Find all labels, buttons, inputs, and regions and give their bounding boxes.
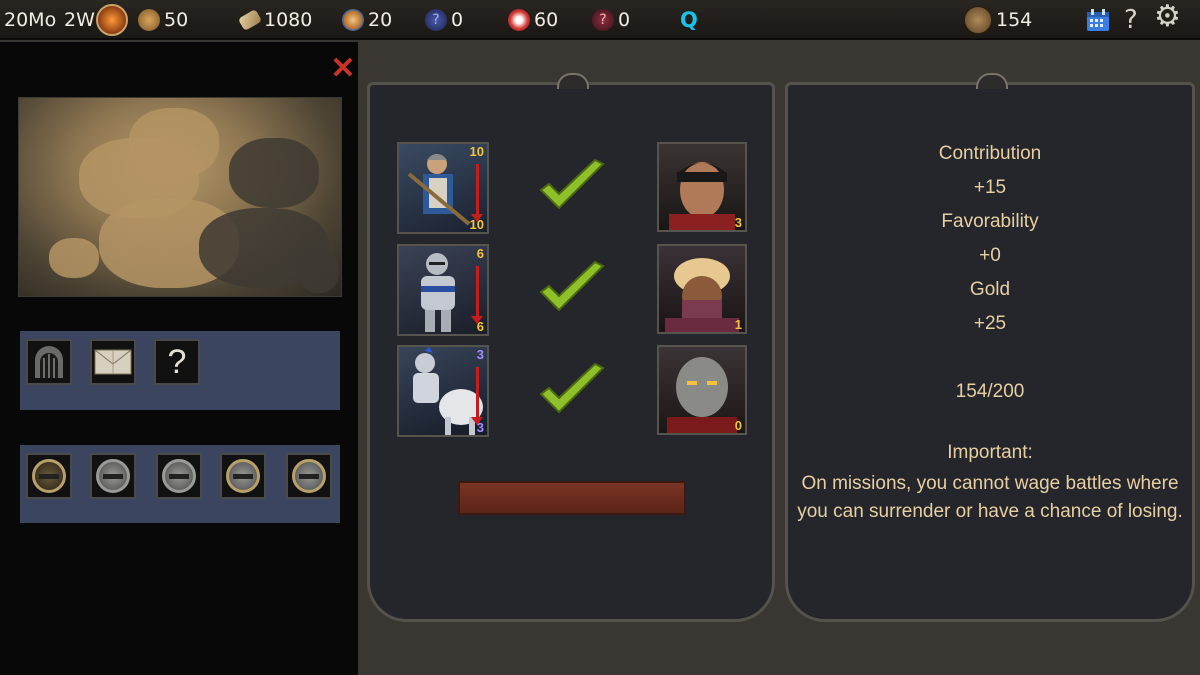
population-counter[interactable]: 20 — [342, 8, 392, 32]
coin-value: 154 — [996, 9, 1033, 31]
laurel-medal-icon — [292, 459, 326, 493]
army-value: 60 — [534, 9, 559, 31]
silver-medal-icon — [162, 459, 196, 493]
hero-portrait-3[interactable]: 0 — [657, 345, 747, 435]
army-counter[interactable]: 60 — [508, 8, 558, 32]
checkmark-icon — [539, 260, 605, 312]
hero-portrait-2[interactable]: 1 — [657, 244, 747, 334]
quest-icon: Q — [680, 8, 698, 32]
checkmark-icon — [539, 362, 605, 414]
unit-count-bottom: 6 — [476, 319, 484, 334]
unknown-counter-a[interactable]: ? 0 — [425, 8, 463, 32]
peasant-icon — [342, 9, 364, 31]
action-slot-row: ? — [20, 331, 340, 410]
unit-slot-2[interactable]: 6 6 — [397, 244, 489, 336]
hero-level: 0 — [734, 418, 742, 433]
unit-count-top: 6 — [476, 246, 484, 261]
unit-count-bottom: 3 — [476, 420, 484, 435]
scroll-icon — [237, 8, 263, 32]
turbaned-man-portrait-icon — [665, 258, 739, 332]
food-value: 50 — [164, 9, 189, 31]
unit-count-top: 10 — [469, 144, 484, 159]
lumber-value: 1080 — [264, 9, 313, 31]
silver-medal-icon — [96, 459, 130, 493]
gate-icon — [35, 346, 63, 378]
help-button[interactable]: ? — [1124, 5, 1138, 35]
gold-label: Gold — [969, 279, 1011, 300]
date-month: 20Mo — [4, 9, 57, 31]
bronze-medal-icon — [32, 459, 66, 493]
important-notice-text: On missions, you cannot wage battles whe… — [797, 473, 1183, 522]
decrease-arrow-icon — [471, 164, 483, 222]
contribution-label: Contribution — [938, 143, 1042, 164]
date-week: 2W — [64, 9, 95, 31]
unit-count-top: 3 — [476, 347, 484, 362]
unknown-blue-icon: ? — [425, 9, 447, 31]
hero-level: 3 — [734, 215, 742, 230]
medal-slot-5[interactable] — [286, 453, 332, 499]
sun-season-icon — [96, 4, 128, 36]
favorability-value: +0 — [979, 245, 1001, 266]
world-map-minimap[interactable] — [18, 97, 342, 297]
hooded-man-portrait-icon — [669, 162, 735, 230]
unknown-a-value: 0 — [451, 9, 464, 31]
contribution-value: +15 — [973, 177, 1007, 198]
checkmark-icon — [539, 158, 605, 210]
panel-ornament — [557, 73, 589, 89]
unit-slot-3[interactable]: 3 3 — [397, 345, 489, 437]
decrease-arrow-icon — [471, 367, 483, 425]
important-label: Important: — [947, 442, 1033, 463]
unknown-counter-b[interactable]: ? 0 — [592, 8, 630, 32]
bald-brute-portrait-icon — [667, 357, 737, 433]
unit-slot-1[interactable]: 10 10 — [397, 142, 489, 234]
close-icon: ✕ — [330, 52, 356, 85]
envelope-icon — [94, 349, 132, 375]
food-counter[interactable]: 50 — [138, 8, 188, 32]
medal-slot-1[interactable] — [26, 453, 72, 499]
medal-slot-row — [20, 445, 340, 523]
medal-slot-2[interactable] — [90, 453, 136, 499]
unknown-slot[interactable]: ? — [154, 339, 200, 385]
unknown-red-icon: ? — [592, 9, 614, 31]
close-button[interactable]: ✕ — [328, 54, 358, 84]
medal-slot-3[interactable] — [156, 453, 202, 499]
question-mark-icon: ? — [167, 342, 187, 381]
top-resource-bar: 20Mo 2W 50 1080 20 ? 0 60 ? 0 Q 154 ? ⚙ — [0, 0, 1200, 40]
gold-value: +25 — [973, 313, 1007, 334]
hero-portrait-1[interactable]: 3 — [657, 142, 747, 232]
quest-button[interactable]: Q — [680, 8, 698, 32]
gear-icon: ⚙ — [1154, 0, 1181, 34]
settings-button[interactable]: ⚙ — [1154, 0, 1181, 34]
hero-level: 1 — [734, 317, 742, 332]
calendar-button[interactable] — [1086, 8, 1110, 32]
favorability-label: Favorability — [941, 211, 1039, 232]
letter-slot[interactable] — [90, 339, 136, 385]
coin-counter[interactable]: 154 — [964, 6, 1033, 34]
laurel-medal-icon — [226, 459, 260, 493]
population-value: 20 — [368, 9, 393, 31]
decrease-arrow-icon — [471, 266, 483, 324]
panel-ornament — [976, 73, 1008, 89]
food-sack-icon — [138, 9, 160, 31]
calendar-icon — [1087, 9, 1109, 31]
soldier-red-icon — [508, 9, 530, 31]
lumber-counter[interactable]: 1080 — [237, 8, 313, 32]
start-mission-button[interactable] — [458, 481, 686, 515]
progress-counter: 154/200 — [955, 381, 1025, 402]
dungeon-gate-slot[interactable] — [26, 339, 72, 385]
unit-count-bottom: 10 — [469, 217, 484, 232]
medal-slot-4[interactable] — [220, 453, 266, 499]
coin-icon — [964, 6, 992, 34]
unknown-b-value: 0 — [618, 9, 631, 31]
season-badge[interactable] — [96, 4, 128, 36]
question-mark-icon: ? — [1124, 5, 1138, 35]
